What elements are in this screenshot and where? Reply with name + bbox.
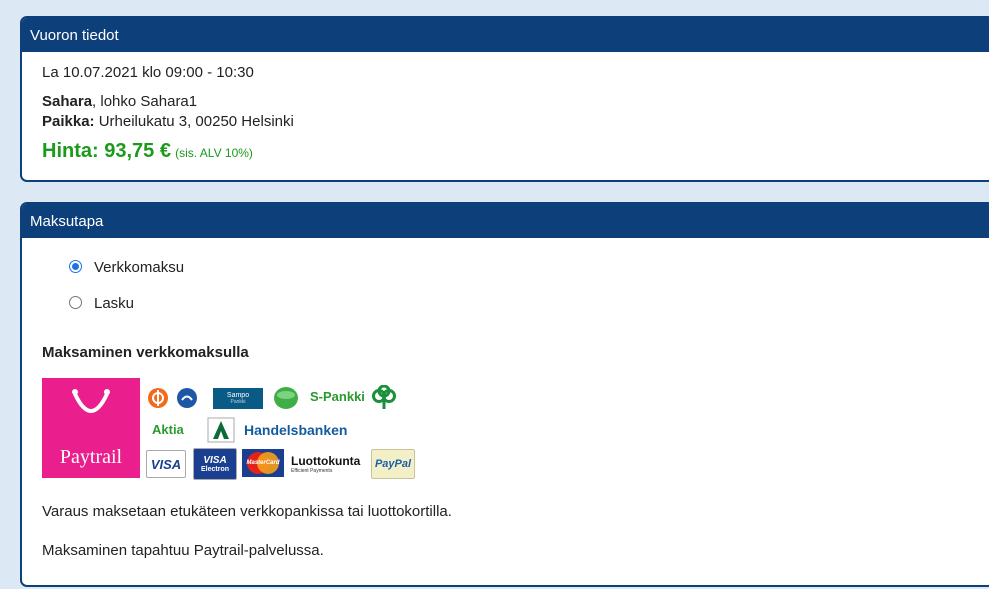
visa-electron-logo: VISA Electron [193, 448, 237, 480]
payment-info-paytrail: Maksaminen tapahtuu Paytrail-palvelussa. [42, 542, 324, 559]
place-value: Urheilukatu 3, 00250 Helsinki [94, 113, 294, 130]
mastercard-logo: MasterCard [242, 449, 284, 477]
paytrail-logo: Paytrail [42, 378, 140, 478]
op-bank-icon [148, 388, 168, 408]
savings-bank-tree-icon [372, 385, 396, 409]
price-value: Hinta: 93,75 € [42, 140, 171, 162]
radio-invoice[interactable] [69, 296, 82, 309]
s-pankki-logo: S-Pankki [310, 389, 365, 404]
paytrail-bag-icon [72, 388, 110, 413]
payment-method-panel: Maksutapa Verkkomaksu Lasku Maksaminen v… [20, 202, 989, 587]
handelsbanken-icon [207, 417, 235, 443]
price-line: Hinta: 93,75 € (sis. ALV 10%) [42, 140, 253, 163]
aktia-logo: Aktia [152, 422, 184, 437]
place-line: Paikka: Urheilukatu 3, 00250 Helsinki [42, 113, 294, 130]
venue-line: Sahara, lohko Sahara1 [42, 93, 197, 110]
payment-info-prepay: Varaus maksetaan etukäteen verkkopankiss… [42, 503, 452, 520]
luottokunta-logo: Luottokunta Efficient Payments [291, 454, 361, 474]
tapiola-icon [274, 387, 298, 409]
visa-logo: VISA [146, 450, 186, 478]
sampo-pankki-logo: Sampo Pankki [213, 388, 263, 409]
radio-invoice-label[interactable]: Lasku [94, 295, 134, 312]
venue-name: Sahara [42, 93, 93, 110]
payment-method-header: Maksutapa [22, 204, 989, 238]
price-vat-note: (sis. ALV 10%) [175, 146, 253, 160]
handelsbanken-logo: Handelsbanken [244, 422, 348, 438]
radio-online-payment-label[interactable]: Verkkomaksu [94, 259, 184, 276]
booking-details-header: Vuoron tiedot [22, 18, 989, 52]
nordea-icon [177, 388, 197, 408]
place-label: Paikka: [42, 113, 95, 130]
paypal-logo: PayPal [371, 449, 415, 479]
radio-online-payment[interactable] [69, 260, 82, 273]
booking-details-panel: Vuoron tiedot La 10.07.2021 klo 09:00 - … [20, 16, 989, 182]
online-payment-title: Maksaminen verkkomaksulla [42, 344, 249, 361]
venue-block: , lohko Sahara1 [92, 93, 198, 110]
booking-datetime: La 10.07.2021 klo 09:00 - 10:30 [42, 64, 254, 81]
